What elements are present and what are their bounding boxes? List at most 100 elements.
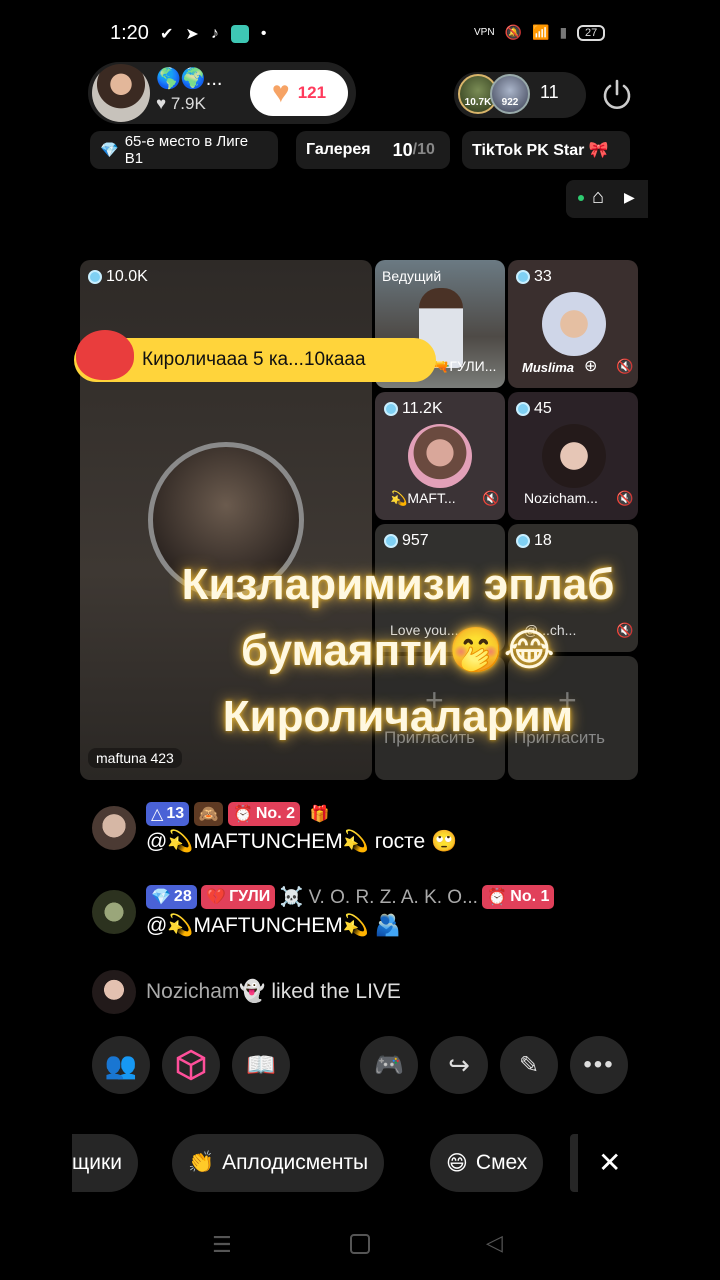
gallery-pill[interactable]: Галерея 10 /10 <box>296 131 450 169</box>
home-icon[interactable]: ⌂ <box>592 186 604 209</box>
rank-badge: ⏰ No. 1 <box>482 885 555 909</box>
effects-button[interactable]: ✎ <box>500 1036 558 1094</box>
guest-avatar[interactable] <box>542 292 606 356</box>
close-icon[interactable]: ✕ <box>598 1146 621 1179</box>
overlay-line: Кизларимизи эплаб <box>181 560 615 609</box>
level-badge: △ 13 <box>146 802 190 826</box>
more-icon: ••• <box>583 1051 615 1078</box>
commenter-avatar[interactable] <box>92 890 136 934</box>
laugh-chip[interactable]: 😄 Смех <box>430 1134 544 1192</box>
guest-name: Nozicham... <box>524 490 598 506</box>
rank-badge: ⏰ No. 2 <box>227 802 300 826</box>
top-viewer-avatar[interactable]: 922 <box>490 74 530 114</box>
guest-score: 45 <box>516 400 552 418</box>
back-icon[interactable]: ◁ <box>486 1230 503 1256</box>
league-rank-pill[interactable]: 💎 65-е место в Лиге B1 <box>90 131 278 169</box>
gamepad-icon: 🎮 <box>374 1051 404 1079</box>
mute-icon: 🔕 <box>504 24 522 40</box>
app-icon <box>230 25 249 43</box>
status-system-icons: VPN 🔕 📶 ▮ 27 <box>474 24 606 41</box>
book-sparkle-icon: 📖 <box>246 1051 276 1079</box>
box-button[interactable] <box>162 1036 220 1094</box>
commenter-name: Nozicham👻 <box>146 980 266 1003</box>
follow-heart-button[interactable]: ♥ 121 <box>250 70 348 116</box>
wifi-icon: 📶 <box>532 24 550 40</box>
mic-muted-icon: 🔇 <box>482 490 500 506</box>
applause-label: Аплодисменты <box>222 1151 369 1174</box>
fan-badge: 🙈 <box>193 802 224 826</box>
stories-button[interactable]: 📖 <box>232 1036 290 1094</box>
guest-avatar[interactable] <box>542 424 606 488</box>
home-square-icon[interactable] <box>350 1234 370 1254</box>
power-icon[interactable] <box>598 76 636 114</box>
guests-button[interactable]: 👥 <box>92 1036 150 1094</box>
guest-name: Muslima <box>522 360 575 375</box>
mic-muted-icon: 🔇 <box>616 490 634 506</box>
status-time: 1:20 <box>110 22 149 44</box>
guest-score: 18 <box>516 532 552 550</box>
viewer-count[interactable]: 11 <box>540 82 559 103</box>
mini-controls[interactable]: ⌂ ▶ <box>566 180 648 218</box>
host-cell-name: 🔫ГУЛИ... <box>432 358 497 374</box>
smile-icon: 😄 <box>446 1151 468 1175</box>
menu-icon[interactable]: ☰ <box>212 1232 232 1258</box>
cube-icon <box>176 1049 206 1081</box>
event-text: liked the LIVE <box>271 980 401 1003</box>
heart-icon: ♥ <box>271 76 290 109</box>
gallery-count: 10 <box>392 139 413 160</box>
host-likes: ♥ 7.9K <box>156 94 206 113</box>
main-score: 10.0K <box>88 268 148 286</box>
level-badge: 💎 28 <box>146 885 197 909</box>
overlay-caption: Кизларимизи эплаб бумаяпти🤭😂 Кироличалар… <box>140 552 656 750</box>
guest-score: 11.2K <box>384 400 443 418</box>
league-rank-label: 65-е место в Лиге B1 <box>124 133 249 167</box>
game-button[interactable]: 🎮 <box>360 1036 418 1094</box>
score-icon <box>384 534 398 548</box>
gift-badge: 🎁 <box>309 806 330 823</box>
score-icon <box>88 270 102 284</box>
overlay-line: Кироличаларим <box>222 692 574 741</box>
share-button[interactable]: ↪ <box>430 1036 488 1094</box>
comment-text: @💫MAFTUNCHEM💫 госте 🙄 <box>146 830 458 853</box>
commenter-avatar[interactable] <box>92 806 136 850</box>
add-icon[interactable]: ⊕ <box>584 356 597 376</box>
gallery-label: Галерея <box>306 141 371 158</box>
comment-badges: 💎 28 💔 ГУЛИ ☠️ V. O. R. Z. A. K. O... ⏰ … <box>146 885 555 909</box>
users-icon: 👥 <box>104 1049 138 1080</box>
commenter-avatar[interactable] <box>92 970 136 1014</box>
telegram-icon: ➤ <box>185 26 199 43</box>
guest-avatar[interactable] <box>408 424 472 488</box>
score-icon <box>516 270 530 284</box>
main-guest-name: maftuna 423 <box>88 748 182 768</box>
guest-score: 33 <box>516 268 552 286</box>
comment-text: @💫MAFTUNCHEM💫 🫂 <box>146 914 401 937</box>
share-icon: ↪ <box>448 1049 470 1080</box>
check-icon: ✔ <box>160 26 174 43</box>
guest-name: 💫MAFT... <box>390 490 456 506</box>
diamond-icon: 💎 <box>100 142 119 159</box>
battery-icon: 27 <box>577 24 606 41</box>
mascot-icon <box>76 330 134 380</box>
pk-star-pill[interactable]: TikTok PK Star 🎀 <box>462 131 630 169</box>
live-dot-icon <box>578 195 584 201</box>
mic-muted-icon: 🔇 <box>616 358 634 374</box>
fan-club-badge: 💔 ГУЛИ <box>201 885 276 909</box>
vpn-icon: VPN <box>474 27 495 38</box>
laugh-label: Смех <box>475 1151 528 1174</box>
status-notification-icons: ✔ ➤ ♪ • <box>160 24 266 44</box>
comment-badges: △ 13 🙈 ⏰ No. 2 🎁 <box>146 802 334 826</box>
overlay-line: бумаяпти🤭😂 <box>241 626 555 675</box>
score-icon <box>516 402 530 416</box>
host-avatar[interactable] <box>92 64 150 122</box>
reaction-chip[interactable]: щики <box>72 1134 138 1192</box>
guest-score: 957 <box>384 532 429 550</box>
more-button[interactable]: ••• <box>570 1036 628 1094</box>
applause-chip[interactable]: 👏 Аплодисменты <box>172 1134 385 1192</box>
host-globe-badges: 🌎🌍... <box>156 68 223 90</box>
host-label: Ведущий <box>382 268 442 284</box>
dot-icon: • <box>260 25 267 42</box>
magic-wand-icon: ✎ <box>518 1051 540 1079</box>
score-icon <box>384 402 398 416</box>
play-icon[interactable]: ▶ <box>624 189 635 206</box>
score-icon <box>516 534 530 548</box>
